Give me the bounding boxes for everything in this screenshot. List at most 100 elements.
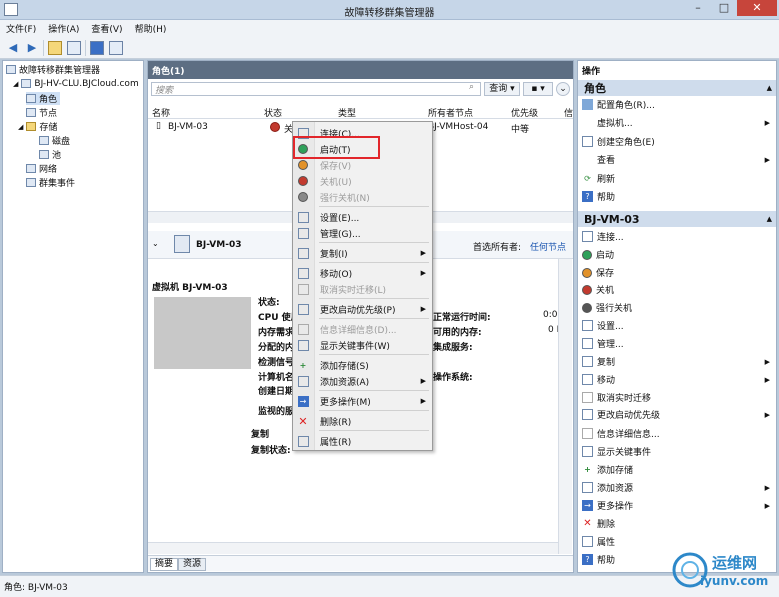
ctx-change-priority[interactable]: 更改启动优先级(P) ▶ (294, 301, 431, 317)
tree-item-networks[interactable]: 网络 (26, 162, 57, 175)
col-priority[interactable]: 优先级 (511, 106, 538, 119)
label-assigned-memory: 分配的内 (258, 343, 295, 353)
action-help[interactable]: ? 帮助 (582, 190, 774, 203)
ctx-cancel-migration[interactable]: 取消实时迁移(L) (294, 281, 431, 297)
tree-item-disks[interactable]: 磁盘 (39, 134, 70, 147)
action-move[interactable]: 移动 ▶ (582, 373, 774, 386)
tree-item-events[interactable]: 群集事件 (26, 176, 75, 189)
tree-root[interactable]: 故障转移群集管理器 (6, 63, 100, 76)
submenu-arrow-icon: ▶ (764, 155, 770, 164)
manage-icon (297, 227, 309, 239)
up-folder-icon[interactable] (47, 40, 63, 56)
column-header: 名称 状态 类型 所有者节点 优先级 信 (148, 105, 573, 119)
menu-view[interactable]: 查看(V) (91, 22, 122, 35)
action-configure-role[interactable]: 配置角色(R)... (582, 98, 774, 111)
search-input[interactable]: 搜索 (151, 82, 481, 96)
ctx-delete[interactable]: ✕ 删除(R) (294, 413, 431, 429)
action-manage[interactable]: 管理... (582, 337, 774, 350)
back-icon[interactable]: ◀ (5, 40, 21, 56)
action-properties[interactable]: 属性 (582, 535, 774, 548)
col-info[interactable]: 信 (564, 106, 573, 119)
menu-action[interactable]: 操作(A) (48, 22, 79, 35)
action-pane-icon[interactable] (108, 40, 124, 56)
minimize-button[interactable]: – (685, 0, 711, 16)
collapse-icon[interactable]: ▲ (767, 215, 772, 223)
col-status[interactable]: 状态 (264, 106, 282, 119)
expand-icon[interactable]: ⌄ (556, 82, 570, 96)
ctx-force-off[interactable]: 强行关机(N) (294, 189, 431, 205)
action-refresh[interactable]: ⟳ 刷新 (582, 172, 774, 185)
events-icon (582, 446, 593, 457)
action-more-actions[interactable]: → 更多操作 ▶ (582, 499, 774, 512)
show-hide-tree-icon[interactable] (66, 40, 82, 56)
action-change-priority[interactable]: 更改启动优先级 ▶ (582, 408, 774, 421)
tab-summary[interactable]: 摘要 (150, 558, 179, 571)
action-add-resource[interactable]: 添加资源 ▶ (582, 481, 774, 494)
ctx-settings[interactable]: 设置(E)... (294, 209, 431, 225)
tab-resources[interactable]: 资源 (178, 558, 207, 571)
ctx-replicate[interactable]: 复制(I) ▶ (294, 245, 431, 261)
label-created-date: 创建日期 (258, 387, 295, 397)
action-delete[interactable]: ✕ 删除 (582, 517, 774, 530)
menu-file[interactable]: 文件(F) (6, 22, 36, 35)
collapse-icon[interactable]: ◢ (13, 80, 18, 88)
ctx-show-critical-events[interactable]: 显示关键事件(W) (294, 337, 431, 353)
ctx-info-details[interactable]: 信息详细信息(D)... (294, 321, 431, 337)
help-icon[interactable] (89, 40, 105, 56)
action-shutdown[interactable]: 关机 (582, 283, 774, 296)
action-virtual-machines[interactable]: 虚拟机... ▶ (582, 116, 774, 130)
ctx-properties[interactable]: 属性(R) (294, 433, 431, 449)
ctx-move[interactable]: 移动(O) ▶ (294, 265, 431, 281)
close-button[interactable]: ✕ (737, 0, 777, 16)
submenu-arrow-icon: ▶ (420, 269, 426, 277)
detail-hscrollbar[interactable] (148, 542, 558, 554)
search-icon[interactable]: ⌕ (469, 82, 474, 92)
action-force-off[interactable]: 强行关机 (582, 301, 774, 314)
vertical-scrollbar[interactable] (558, 259, 572, 554)
disk-icon (39, 136, 49, 145)
vm-large-icon (174, 235, 190, 253)
maximize-button[interactable]: □ (711, 0, 737, 16)
collapse-icon[interactable]: ▲ (767, 84, 772, 92)
forward-icon[interactable]: ▶ (24, 40, 40, 56)
action-settings[interactable]: 设置... (582, 319, 774, 332)
ctx-more-actions[interactable]: → 更多操作(M) ▶ (294, 393, 431, 409)
submenu-arrow-icon: ▶ (764, 375, 770, 384)
ctx-add-resource[interactable]: 添加资源(A) ▶ (294, 373, 431, 389)
tree-cluster[interactable]: ◢ BJ-HV-CLU.BJCloud.com (13, 77, 139, 90)
collapse-icon[interactable]: ◢ (18, 123, 23, 131)
query-button[interactable]: 查询 ▾ (484, 82, 520, 96)
action-show-critical-events[interactable]: 显示关键事件 (582, 445, 774, 458)
add-storage-icon: + (299, 360, 307, 370)
tree-item-storage[interactable]: ◢ 存储 (18, 120, 57, 133)
action-save[interactable]: 保存 (582, 266, 774, 279)
actions-header: 操作 (582, 67, 601, 77)
col-owner[interactable]: 所有者节点 (428, 106, 473, 119)
actions-section-vm[interactable]: BJ-VM-03 ▲ (578, 211, 776, 227)
ctx-add-storage[interactable]: + 添加存储(S) (294, 357, 431, 373)
preferred-owner-link[interactable]: 任何节点 (530, 240, 566, 253)
action-view[interactable]: 查看 ▶ (582, 153, 774, 167)
action-cancel-migration[interactable]: 取消实时迁移 (582, 391, 774, 404)
col-name[interactable]: 名称 (152, 106, 170, 119)
action-start[interactable]: 启动 (582, 248, 774, 261)
col-type[interactable]: 类型 (338, 106, 356, 119)
ctx-save[interactable]: 保存(V) (294, 157, 431, 173)
action-info-details[interactable]: 信息详细信息... (582, 427, 774, 440)
action-connect[interactable]: 连接... (582, 230, 774, 243)
info-icon (582, 428, 593, 439)
menu-help[interactable]: 帮助(H) (135, 22, 167, 35)
action-replicate[interactable]: 复制 ▶ (582, 355, 774, 368)
ctx-manage[interactable]: 管理(G)... (294, 225, 431, 241)
action-create-empty-role[interactable]: 创建空角色(E) (582, 135, 774, 148)
tree-item-pools[interactable]: 池 (39, 148, 61, 161)
actions-section-roles[interactable]: 角色 ▲ (578, 80, 776, 96)
pool-icon (39, 150, 49, 159)
action-add-storage[interactable]: + 添加存储 (582, 463, 774, 476)
collapse-icon[interactable]: ⌄ (152, 239, 159, 248)
tree-item-nodes[interactable]: 节点 (26, 106, 57, 119)
save-query-button[interactable]: ▪ ▾ (523, 82, 553, 96)
tree-item-roles[interactable]: 角色 (26, 92, 61, 105)
ctx-shutdown[interactable]: 关机(U) (294, 173, 431, 189)
status-bar: 角色: BJ-VM-03 (0, 575, 779, 597)
